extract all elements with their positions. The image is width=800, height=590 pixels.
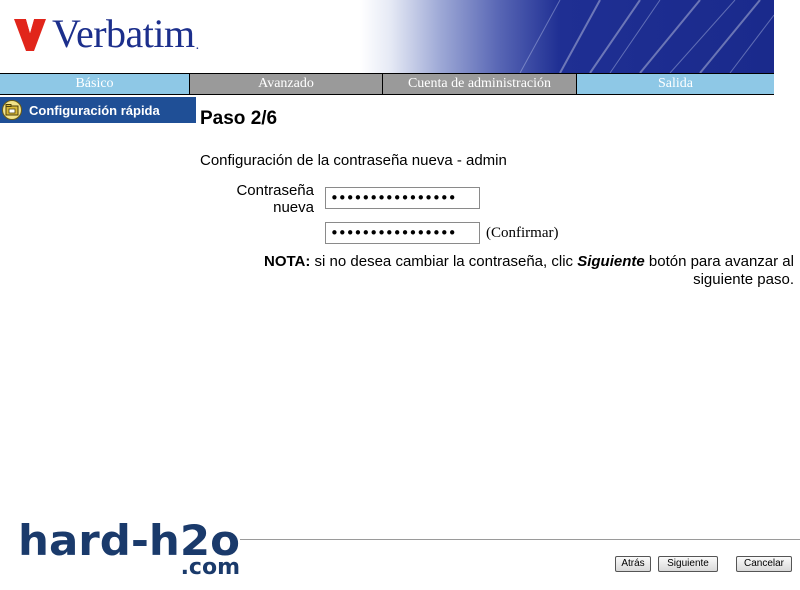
tab-cuenta-administracion[interactable]: Cuenta de administración [383, 74, 577, 94]
brand-name: Verbatim [52, 11, 195, 56]
note-text-part2: botón para avanzar al siguiente paso. [644, 253, 794, 288]
sidebar-item-label: Configuración rápida [29, 102, 160, 118]
registered-mark: . [195, 38, 200, 53]
back-button[interactable]: Atrás [615, 556, 651, 572]
tab-avanzado[interactable]: Avanzado [190, 74, 383, 94]
new-password-input[interactable]: •••••••••••••••• [325, 187, 480, 209]
step-title: Paso 2/6 [200, 108, 278, 129]
header: Verbatim . [0, 0, 774, 73]
hard-h2o-watermark: hard-h2o .com [18, 516, 240, 578]
note-emphasis: Siguiente [577, 253, 645, 270]
section-heading: Configuración de la contraseña nueva - a… [200, 152, 507, 169]
verbatim-logo: Verbatim . [14, 14, 199, 54]
password-label: Contraseña nueva [236, 182, 314, 216]
main-nav: Básico Avanzado Cuenta de administración… [0, 73, 774, 95]
watermark-line2: .com [181, 555, 240, 578]
tab-basico[interactable]: Básico [0, 74, 190, 94]
note-prefix: NOTA: [264, 253, 311, 270]
note-text-part1: si no desea cambiar la contraseña, clic [310, 253, 578, 270]
footer-divider [240, 539, 800, 540]
quick-setup-folder-icon [1, 99, 23, 121]
cancel-button[interactable]: Cancelar [736, 556, 792, 572]
confirm-password-input[interactable]: •••••••••••••••• [325, 222, 480, 244]
note-text: NOTA: si no desea cambiar la contraseña,… [220, 253, 794, 289]
confirm-label: (Confirmar) [486, 225, 559, 241]
next-button[interactable]: Siguiente [658, 556, 718, 572]
tab-salida[interactable]: Salida [577, 74, 774, 94]
sidebar-item-configuracion-rapida[interactable]: Configuración rápida [0, 97, 196, 123]
verbatim-v-mark-icon [14, 19, 46, 51]
